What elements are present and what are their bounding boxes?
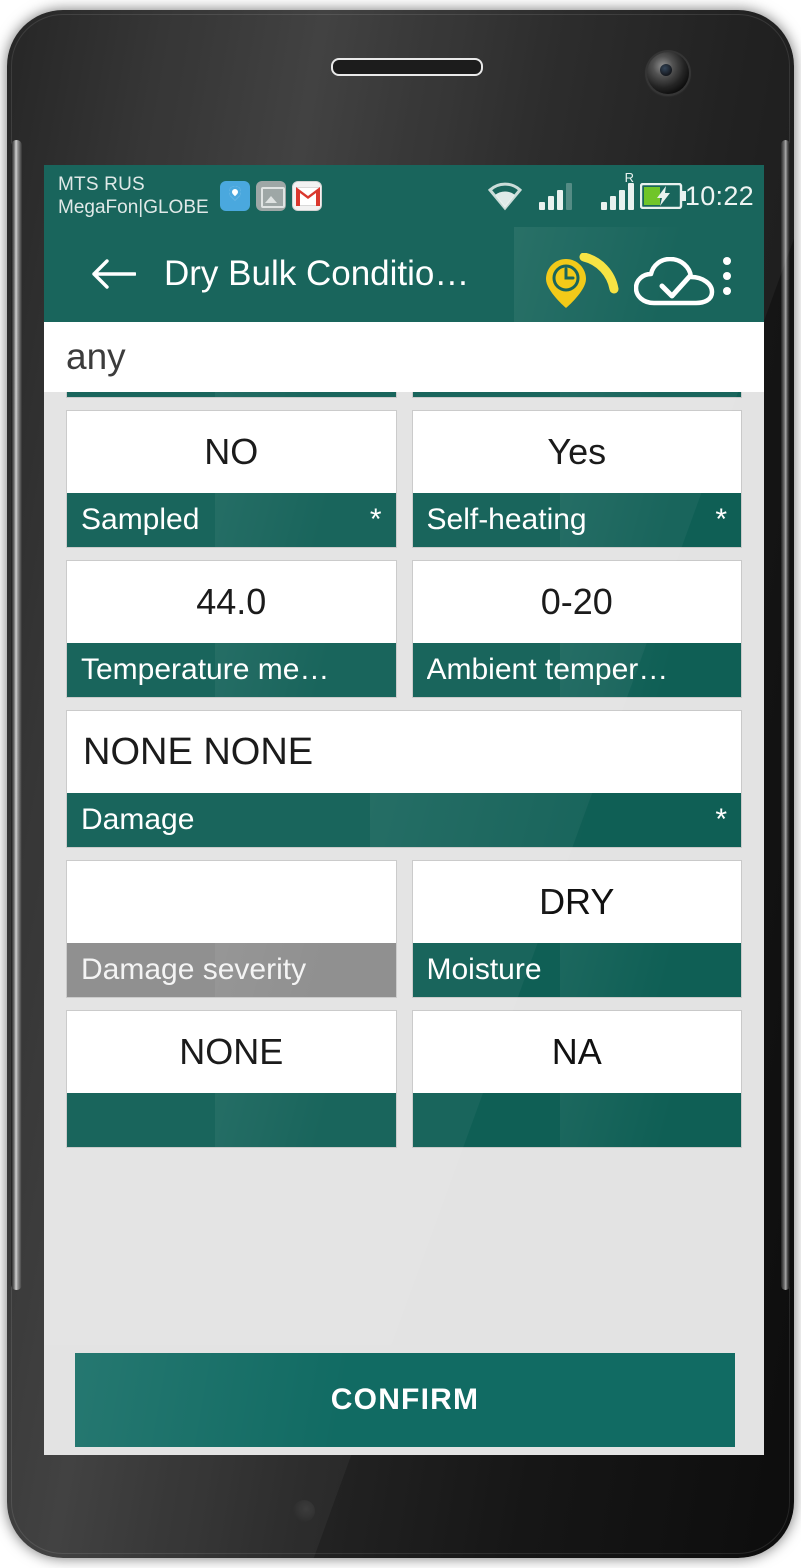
earpiece-speaker [331,58,483,76]
field-card[interactable]: 0-20 Ambient temper… [411,560,742,698]
location-icon [220,181,250,211]
field-label: Temperature me… [67,643,396,697]
field-card[interactable]: NA [411,1010,742,1148]
page-title: Dry Bulk Conditio… [164,254,470,293]
field-row: NONE NONE Damage * [44,710,764,860]
label-gloss [370,793,741,847]
label-gloss [560,1093,741,1147]
field-label [412,1093,741,1147]
field-label-text: Ambient temper… [426,653,669,686]
image-icon [256,181,286,211]
required-marker: * [715,803,727,836]
roaming-badge: R [624,170,634,185]
field-label: Damage severity [67,943,396,997]
field-card[interactable]: Damage severity [66,860,397,998]
field-list: 1,0-1,2DensityNORMALGranularityNOSampled… [44,322,764,1160]
field-row: NONE NA [44,1010,764,1160]
field-label: Moisture [412,943,741,997]
field-label: Sampled * [67,493,396,547]
field-card[interactable]: Yes Self-heating * [411,410,742,548]
field-value: NO [67,411,396,493]
label-gloss [560,943,741,997]
field-row: 44.0 Temperature me… 0-20 Ambient temper… [44,560,764,710]
section-header-label: any [66,336,126,377]
field-value: 44.0 [67,561,396,643]
confirm-bar: CONFIRM [44,1345,764,1455]
overflow-menu-icon[interactable] [710,257,744,297]
gmail-icon [292,181,322,211]
field-label-text: Self-heating [426,503,587,536]
field-card[interactable]: NO Sampled * [66,410,397,548]
field-value: 0-20 [412,561,741,643]
label-gloss [560,493,741,547]
field-list-scroll[interactable]: 1,0-1,2DensityNORMALGranularityNOSampled… [44,322,764,1455]
battery-charging-icon [640,165,686,227]
cloud-check-icon[interactable] [633,256,716,309]
field-card[interactable]: NONE [66,1010,397,1148]
field-value: NA [412,1011,741,1093]
wifi-icon [486,165,524,227]
field-label: Damage * [67,793,741,847]
required-marker: * [715,503,727,536]
field-label [67,1093,396,1147]
carrier-line-2: MegaFon|GLOBE [58,197,209,218]
field-label: Ambient temper… [412,643,741,697]
field-value: NONE [67,1011,396,1093]
phone-screen: MTS RUS MegaFon|GLOBE R 10:22 Dry Bulk C… [44,165,764,1455]
device-side-rail-left [11,140,22,1290]
confirm-button[interactable]: CONFIRM [75,1353,735,1447]
field-card[interactable]: DRY Moisture [411,860,742,998]
section-header: any [44,322,764,392]
field-label-text: Moisture [426,953,542,986]
label-gloss [214,1093,396,1147]
field-card[interactable]: NONE NONE Damage * [66,710,742,848]
device-side-rail-right [781,140,790,1290]
field-label-text: Damage [81,803,195,836]
field-value: NONE NONE [67,711,741,793]
status-clock: 10:22 [684,181,754,211]
field-row: Damage severity DRY Moisture [44,860,764,1010]
back-arrow-icon[interactable] [90,257,137,291]
field-label-text: Damage severity [81,953,307,986]
carrier-line-1: MTS RUS [58,174,145,195]
bottom-bezel-sensor [293,1500,315,1522]
location-pin-clock-icon[interactable] [544,252,620,313]
status-bar: MTS RUS MegaFon|GLOBE R 10:22 [44,165,764,227]
field-value: DRY [412,861,741,943]
carrier-label: MTS RUS MegaFon|GLOBE [58,173,209,219]
field-value: Yes [412,411,741,493]
field-row: NO Sampled * Yes Self-heating * [44,410,764,560]
field-label-text: Sampled [81,503,200,536]
signal-icon [539,165,572,227]
app-toolbar: Dry Bulk Conditio… [44,227,764,322]
front-camera [647,52,689,94]
field-value [67,861,396,943]
field-card[interactable]: 44.0 Temperature me… [66,560,397,698]
field-label: Self-heating * [412,493,741,547]
label-gloss [214,493,396,547]
required-marker: * [369,503,382,536]
phone-device: MTS RUS MegaFon|GLOBE R 10:22 Dry Bulk C… [7,10,794,1558]
field-label-text: Temperature me… [81,653,330,686]
